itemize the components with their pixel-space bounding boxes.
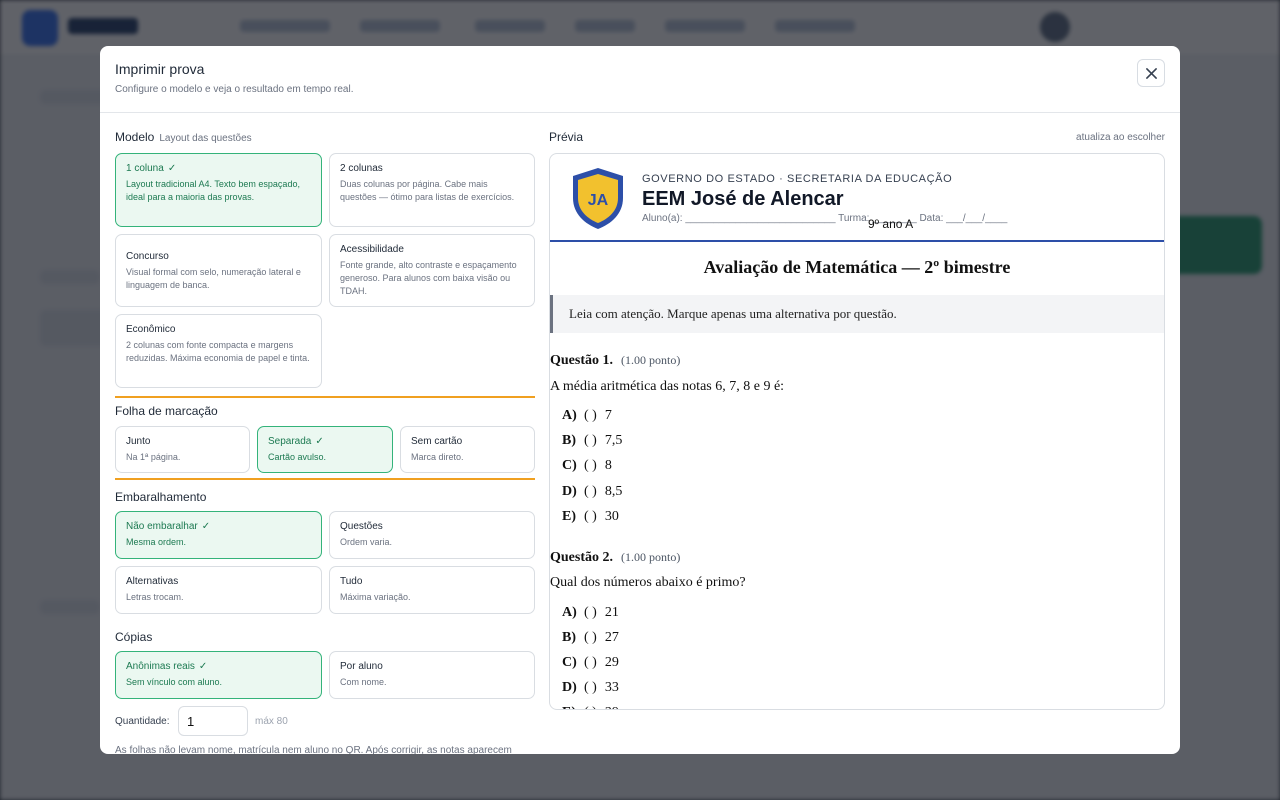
modelo-hint: Layout das questões	[159, 133, 252, 144]
check-icon: ✓	[201, 521, 211, 532]
option-description: Layout tradicional A4. Texto bem espaçad…	[126, 179, 300, 202]
model-option-2-colunas[interactable]: 2 colunas Duas colunas por página. Cabe …	[329, 153, 535, 227]
check-icon: ✓	[198, 661, 208, 672]
option-description: Máxima variação.	[340, 592, 411, 602]
option-description: Com nome.	[340, 677, 387, 687]
option-description: 2 colunas com fonte compacta e margens r…	[126, 340, 310, 363]
option-description: Sem vínculo com aluno.	[126, 677, 223, 687]
school-name: EEM José de Alencar	[642, 188, 844, 210]
option-title: Tudo	[340, 576, 363, 587]
quantity-input[interactable]	[178, 706, 248, 736]
school-shield-logo: JA	[573, 168, 623, 229]
government-line: GOVERNO DO ESTADO · SECRETARIA DA EDUCAÇ…	[642, 173, 953, 185]
shuffle-option-alternativas[interactable]: Alternativas Letras trocam.	[115, 566, 322, 614]
option-description: Duas colunas por página. Cabe mais quest…	[340, 179, 515, 202]
modelo-section-title: Modelo Layout das questões	[115, 130, 252, 144]
option-title: 1 coluna ✓	[126, 163, 177, 174]
option-title: Questões	[340, 521, 383, 532]
quantity-label: Quantidade:	[115, 716, 170, 727]
option-title: Não embaralhar ✓	[126, 521, 211, 532]
option-description: Fonte grande, alto contraste e espaçamen…	[340, 260, 517, 296]
model-option-acessibilidade[interactable]: Acessibilidade Fonte grande, alto contra…	[329, 234, 535, 307]
exam-title: Avaliação de Matemática — 2º bimestre	[703, 257, 1011, 277]
question-header: Questão 2. (1.00 ponto)	[550, 550, 681, 565]
model-option-concurso[interactable]: Concurso Visual formal com selo, numeraç…	[115, 234, 322, 307]
modal-title: Imprimir prova	[115, 61, 205, 77]
modal-body: Modelo Layout das questões 1 coluna ✓ Layo…	[100, 114, 1180, 754]
alternative: C)( ) 8	[562, 458, 612, 473]
shuffle-option-questoes[interactable]: Questões Ordem varia.	[329, 511, 535, 559]
options-panel[interactable]: Modelo Layout das questões 1 coluna ✓ Layo…	[115, 114, 535, 754]
alternative: B)( ) 27	[562, 630, 619, 645]
exam-header: JA GOVERNO DO ESTADO · SECRETARIA DA EDU…	[550, 154, 1164, 242]
model-option-economico[interactable]: Econômico 2 colunas com fonte compacta e…	[115, 314, 322, 388]
option-title: Alternativas	[126, 576, 179, 587]
embaralhamento-section-title: Embaralhamento	[115, 490, 207, 504]
preview-paper[interactable]: JA GOVERNO DO ESTADO · SECRETARIA DA EDU…	[549, 153, 1165, 710]
model-option-1-coluna[interactable]: 1 coluna ✓ Layout tradicional A4. Texto b…	[115, 153, 322, 227]
question-text: Qual dos números abaixo é primo?	[550, 575, 746, 590]
alternative: D)( ) 33	[562, 680, 619, 695]
modelo-title: Modelo	[115, 130, 155, 144]
print-exam-modal: Imprimir prova Configure o modelo e veja…	[100, 46, 1180, 754]
preview-title: Prévia	[549, 130, 584, 144]
option-title: Acessibilidade	[340, 244, 404, 255]
check-icon: ✓	[167, 163, 177, 174]
modal-subtitle: Configure o modelo e veja o resultado em…	[115, 84, 354, 95]
question-header: Questão 1. (1.00 ponto)	[550, 353, 681, 368]
copies-option-por-aluno[interactable]: Por aluno Com nome.	[329, 651, 535, 699]
option-description: Ordem varia.	[340, 537, 393, 547]
option-title: Por aluno	[340, 661, 383, 672]
option-title: Econômico	[126, 324, 176, 335]
shield-initials: JA	[588, 192, 609, 209]
option-title: Concurso	[126, 251, 169, 262]
alternative: E)( )39	[562, 705, 619, 709]
alternative: B)( ) 7,5	[562, 433, 623, 448]
alternative: A)( ) 21	[562, 605, 619, 620]
close-icon	[1145, 67, 1157, 79]
copies-footnote: As folhas não levam nome, matrícula nem …	[115, 745, 512, 754]
focus-highlight	[115, 396, 535, 480]
preview-hint: atualiza ao escolher	[1076, 132, 1165, 143]
alternative: D)( ) 8,5	[562, 484, 623, 499]
class-value: 9º ano A	[868, 217, 914, 231]
alternative: E)( ) 30	[562, 509, 619, 524]
option-description: Mesma ordem.	[126, 537, 187, 547]
close-button[interactable]	[1137, 59, 1165, 87]
modal-header: Imprimir prova Configure o modelo e veja…	[100, 46, 1180, 113]
option-title: 2 colunas	[340, 163, 383, 174]
shuffle-option-tudo[interactable]: Tudo Máxima variação.	[329, 566, 535, 614]
copies-option-anonimas[interactable]: Anônimas reais ✓ Sem vínculo com aluno.	[115, 651, 322, 699]
exam-instructions: Leia com atenção. Marque apenas uma alte…	[550, 295, 1164, 333]
option-title: Anônimas reais ✓	[126, 661, 208, 672]
quantity-max: máx 80	[255, 716, 288, 727]
option-description: Visual formal com selo, numeração latera…	[126, 267, 301, 290]
shuffle-option-nao-embaralhar[interactable]: Não embaralhar ✓ Mesma ordem.	[115, 511, 322, 559]
alternative: A)( ) 7	[562, 408, 612, 423]
question-text: A média aritmética das notas 6, 7, 8 e 9…	[550, 379, 785, 394]
option-description: Letras trocam.	[126, 592, 184, 602]
student-fields: Aluno(a): ___________________________ Tu…	[642, 213, 1008, 224]
copias-section-title: Cópias	[115, 630, 153, 644]
alternative: C)( ) 29	[562, 655, 619, 670]
